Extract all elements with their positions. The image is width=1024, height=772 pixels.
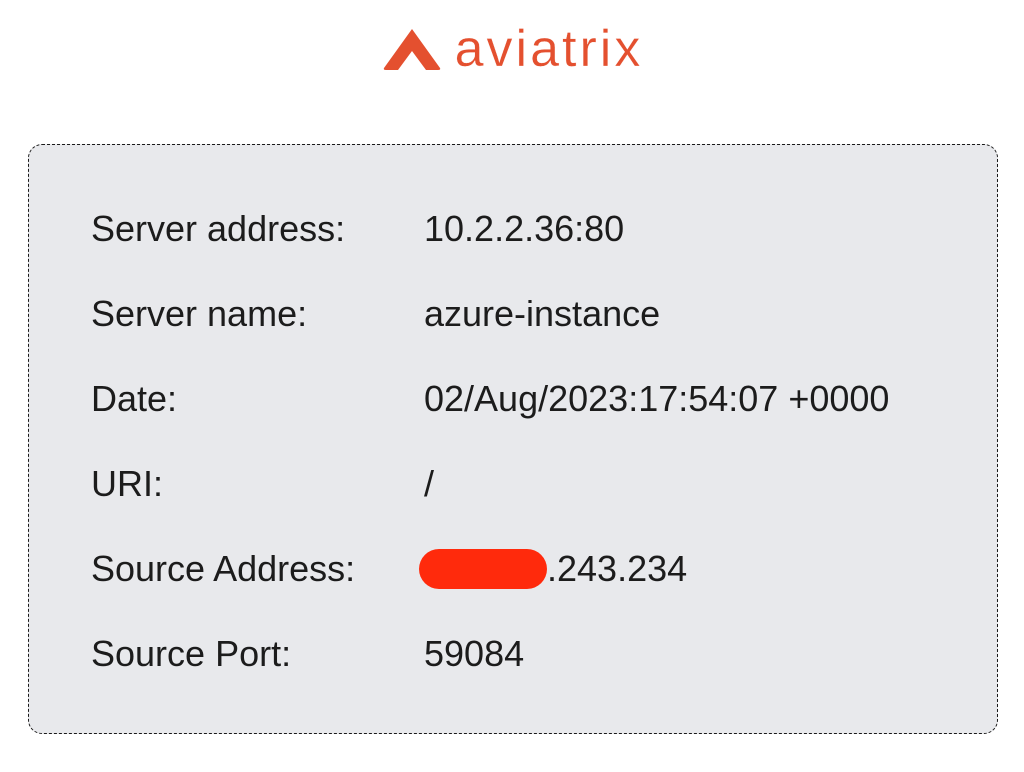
brand-name: aviatrix: [454, 20, 644, 78]
server-name-label: Server name:: [91, 293, 308, 334]
server-name-row: Server name: azure-instance: [91, 292, 660, 336]
server-address-row: Server address: 10.2.2.36:80: [91, 207, 624, 251]
uri-row: URI: /: [91, 462, 434, 506]
source-address-label: Source Address:: [91, 548, 356, 589]
server-address-value: 10.2.2.36:80: [424, 208, 625, 249]
source-port-row: Source Port: 59084: [91, 632, 524, 676]
uri-value: /: [424, 463, 435, 504]
source-address-row: Source Address: .243.234: [91, 547, 687, 591]
uri-label: URI:: [91, 463, 163, 504]
date-row: Date: 02/Aug/2023:17:54:07 +0000: [91, 377, 889, 421]
source-address-value-wrap: .243.234: [419, 548, 688, 589]
server-info-card: Server address: 10.2.2.36:80 Server name…: [28, 144, 998, 734]
source-port-label: Source Port:: [91, 633, 292, 674]
server-name-value: azure-instance: [424, 293, 661, 334]
date-label: Date:: [91, 378, 178, 419]
redaction-mark: [419, 549, 547, 589]
date-value: 02/Aug/2023:17:54:07 +0000: [424, 378, 890, 419]
server-address-label: Server address:: [91, 208, 346, 249]
source-address-value: .243.234: [547, 548, 688, 589]
source-port-value: 59084: [424, 633, 525, 674]
aviatrix-logo-icon: [383, 29, 440, 70]
aviatrix-logo: aviatrix: [0, 18, 1024, 80]
